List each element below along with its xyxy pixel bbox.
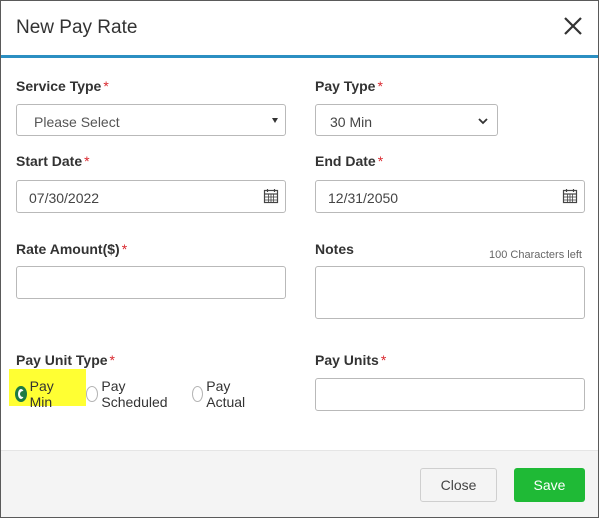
caret-down-icon: [272, 118, 278, 123]
radio-unselected-indicator[interactable]: [192, 386, 204, 402]
radio-selected-indicator[interactable]: [15, 386, 27, 402]
save-button[interactable]: Save: [514, 468, 585, 502]
end-date-field[interactable]: 12/31/2050: [315, 180, 585, 213]
rate-amount-input[interactable]: [16, 266, 286, 299]
end-date-value: 12/31/2050: [328, 190, 399, 206]
radio-unselected-indicator[interactable]: [86, 386, 99, 402]
dialog-header: New Pay Rate: [1, 1, 598, 58]
start-date-value: 07/30/2022: [29, 190, 100, 206]
close-icon[interactable]: [560, 13, 586, 39]
chevron-down-icon: [478, 118, 488, 125]
radio-pay-min[interactable]: Pay Min: [15, 378, 58, 410]
end-date-label: End Date *: [315, 153, 384, 169]
start-date-field[interactable]: 07/30/2022: [16, 180, 286, 213]
radio-pay-actual[interactable]: Pay Actual: [192, 378, 250, 410]
service-type-value: Please Select: [34, 114, 120, 130]
pay-unit-type-label: Pay Unit Type *: [16, 352, 115, 368]
radio-pay-actual-label: Pay Actual: [206, 378, 246, 410]
notes-character-counter: 100 Characters left: [489, 249, 582, 261]
new-pay-rate-dialog: New Pay Rate Service Type * Please Select…: [0, 0, 599, 518]
calendar-icon[interactable]: [263, 188, 279, 204]
notes-label: Notes: [315, 241, 354, 257]
pay-units-label: Pay Units *: [315, 352, 387, 368]
dialog-title: New Pay Rate: [16, 17, 138, 38]
calendar-icon[interactable]: [562, 188, 578, 204]
pay-type-label: Pay Type *: [315, 78, 383, 94]
start-date-label: Start Date *: [16, 153, 90, 169]
radio-pay-scheduled[interactable]: Pay Scheduled: [86, 378, 171, 410]
radio-pay-min-label: Pay Min: [29, 378, 54, 410]
service-type-select[interactable]: Please Select: [16, 104, 286, 136]
pay-type-value: 30 Min: [330, 114, 373, 130]
pay-units-input[interactable]: [315, 378, 585, 411]
rate-amount-label: Rate Amount($) *: [16, 241, 128, 257]
pay-type-select[interactable]: 30 Min: [315, 104, 498, 136]
close-button[interactable]: Close: [420, 468, 497, 502]
service-type-label: Service Type *: [16, 78, 109, 94]
radio-pay-scheduled-label: Pay Scheduled: [101, 378, 168, 410]
dialog-footer: [1, 451, 598, 517]
notes-textarea[interactable]: [315, 266, 585, 319]
